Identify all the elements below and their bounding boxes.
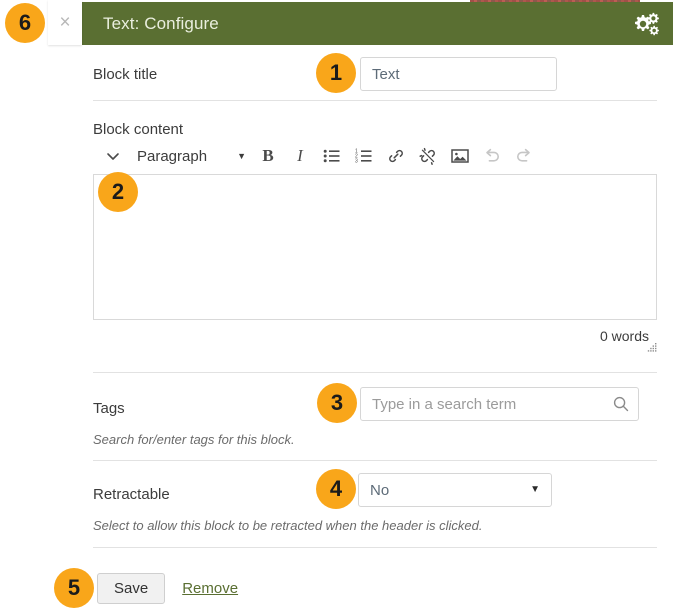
- chevron-down-icon[interactable]: [97, 141, 129, 171]
- rich-text-editor: Paragraph ▼ B I 1 2 3 0 words: [93, 138, 657, 358]
- numbered-list-icon[interactable]: 1 2 3: [348, 141, 380, 171]
- bold-icon[interactable]: B: [252, 141, 284, 171]
- unlink-icon[interactable]: [412, 141, 444, 171]
- image-icon[interactable]: [444, 141, 476, 171]
- italic-icon[interactable]: I: [284, 141, 316, 171]
- redo-icon[interactable]: [508, 141, 540, 171]
- block-content-label: Block content: [93, 121, 184, 138]
- format-dropdown[interactable]: Paragraph ▼: [129, 141, 252, 171]
- remove-link[interactable]: Remove: [182, 580, 238, 597]
- callout-badge-1: 1: [316, 53, 356, 93]
- block-content-row: Block content: [93, 114, 657, 138]
- action-buttons: Save Remove: [97, 573, 238, 604]
- format-dropdown-label: Paragraph: [137, 147, 208, 165]
- block-title-input[interactable]: [360, 57, 557, 91]
- callout-badge-6: 6: [5, 3, 45, 43]
- divider-after-block-title: [93, 100, 657, 101]
- retractable-select[interactable]: No ▼: [358, 473, 552, 507]
- chevron-down-icon: ▼: [237, 151, 246, 161]
- word-count: 0 words: [599, 328, 649, 344]
- callout-badge-3: 3: [317, 383, 357, 423]
- retractable-help-text: Select to allow this block to be retract…: [93, 518, 483, 533]
- page-title: Text: Configure: [103, 13, 219, 33]
- chevron-down-icon: ▼: [530, 484, 540, 495]
- dialog-header: Text: Configure: [82, 2, 673, 45]
- undo-icon[interactable]: [476, 141, 508, 171]
- tags-help-text: Search for/enter tags for this block.: [93, 432, 295, 447]
- block-content-textarea[interactable]: [93, 174, 657, 320]
- divider-after-tags: [93, 460, 657, 461]
- close-glyph: ×: [59, 12, 71, 33]
- divider-before-actions: [93, 547, 657, 548]
- callout-badge-5: 5: [54, 568, 94, 608]
- divider-after-block-content: [93, 372, 657, 373]
- retractable-selected-value: No: [370, 481, 390, 499]
- editor-toolbar: Paragraph ▼ B I 1 2 3: [93, 138, 657, 174]
- tags-input[interactable]: [360, 387, 639, 421]
- svg-text:3: 3: [355, 159, 358, 164]
- save-button[interactable]: Save: [97, 573, 166, 604]
- callout-badge-4: 4: [316, 469, 356, 509]
- close-icon[interactable]: ×: [48, 0, 82, 45]
- cogs-icon[interactable]: [630, 9, 660, 39]
- resize-grip-icon[interactable]: [647, 340, 657, 352]
- tags-input-wrapper: [360, 387, 639, 421]
- callout-badge-2: 2: [98, 172, 138, 212]
- editor-footer: 0 words: [93, 320, 657, 352]
- link-icon[interactable]: [380, 141, 412, 171]
- bullet-list-icon[interactable]: [316, 141, 348, 171]
